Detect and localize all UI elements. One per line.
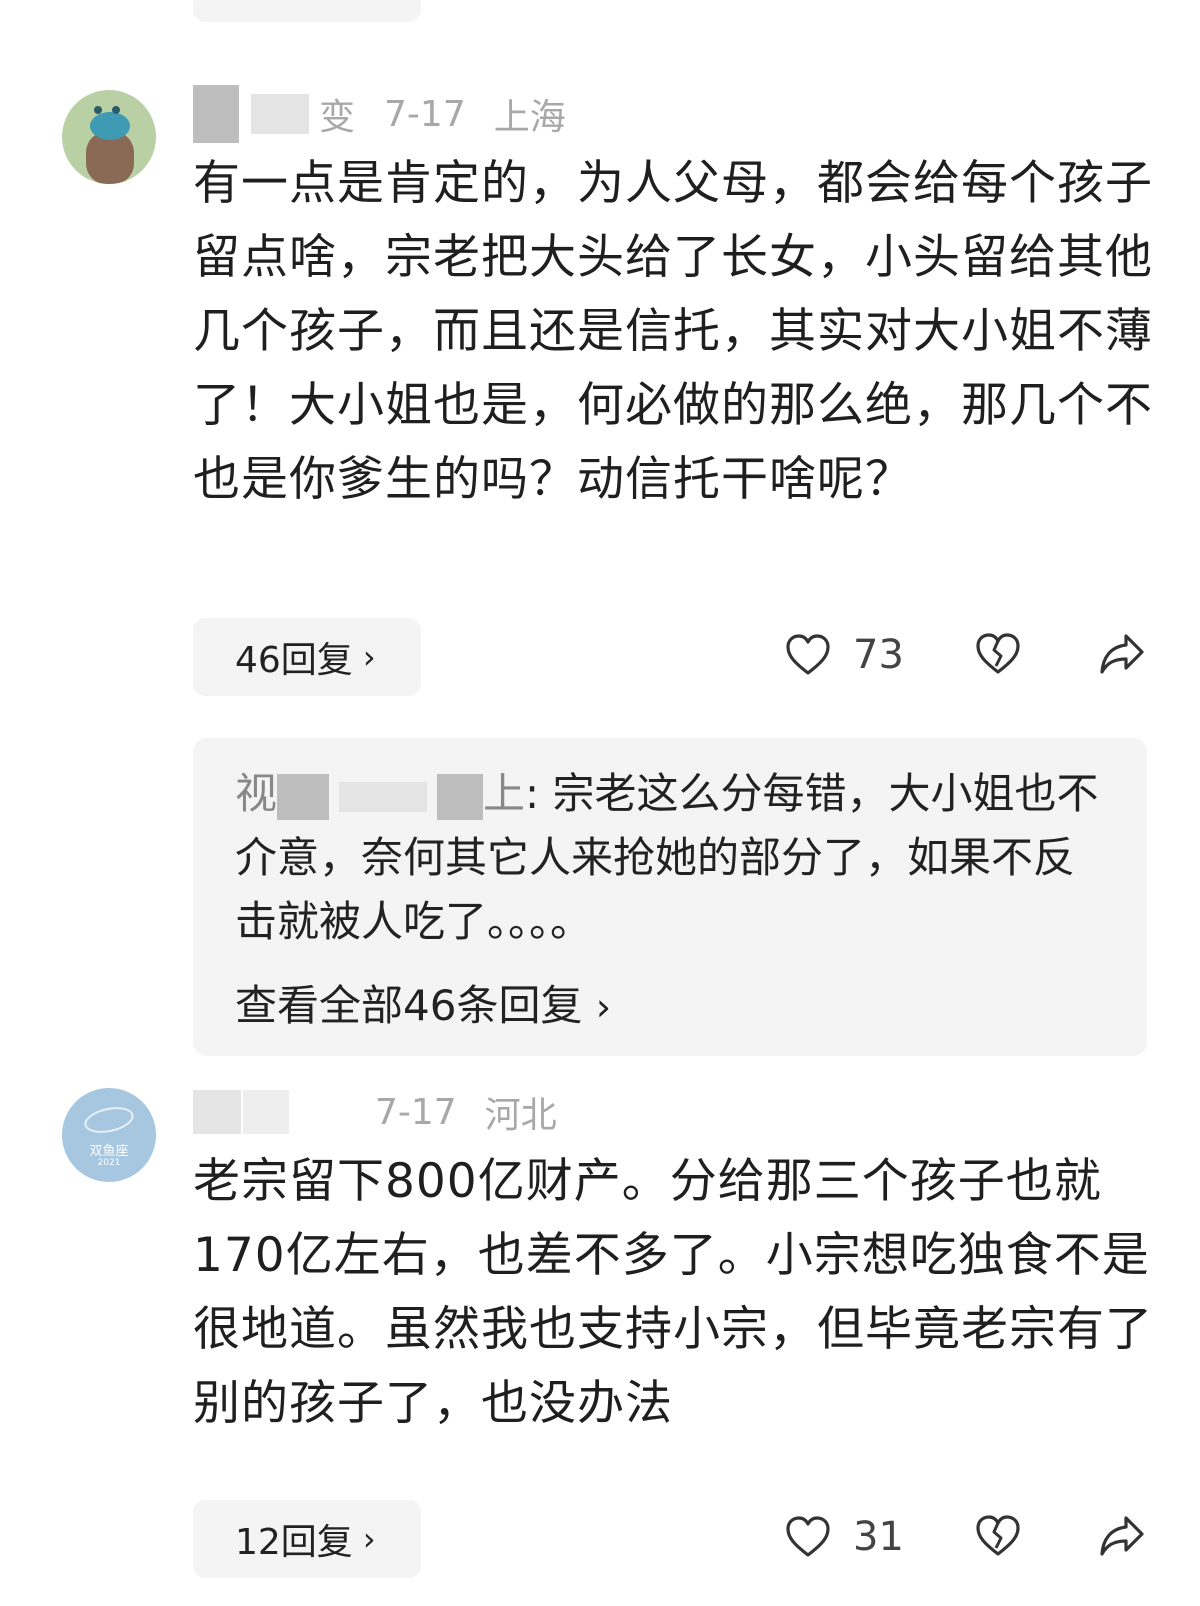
blurred-username — [251, 94, 309, 134]
blurred-username — [277, 773, 330, 820]
reply-username[interactable]: 视 — [235, 769, 277, 818]
chevron-right-icon: › — [362, 638, 376, 676]
like-button[interactable]: 31 — [785, 1514, 904, 1560]
comment-date: 7-17 — [384, 93, 466, 135]
share-button[interactable] — [1098, 632, 1146, 680]
view-all-replies-link[interactable]: 查看全部46条回复 › — [235, 972, 611, 1033]
reply-count-label: 46回复 — [235, 640, 353, 681]
user-avatar[interactable] — [62, 90, 156, 184]
blurred-username — [243, 1090, 289, 1134]
username-tail[interactable]: 变 — [319, 88, 356, 140]
like-button[interactable]: 73 — [785, 632, 904, 678]
user-avatar[interactable]: 双鱼座 2021 — [62, 1088, 156, 1182]
dislike-button[interactable] — [975, 632, 1021, 680]
dislike-button[interactable] — [975, 1514, 1021, 1562]
heart-outline-icon — [786, 634, 830, 675]
view-all-label: 查看全部46条回复 — [235, 981, 583, 1030]
comment-header: 变 7-17 上海 — [193, 84, 566, 144]
chevron-right-icon: › — [595, 985, 612, 1029]
reply-text-block: 视上: 宗老这么分每错，大小姐也不介意，奈何其它人来抢她的部分了，如果不反击就被… — [235, 762, 1115, 954]
share-button[interactable] — [1098, 1514, 1146, 1562]
comment-location: 上海 — [493, 97, 566, 138]
blurred-username[interactable] — [193, 85, 239, 143]
comment-location: 河北 — [484, 1095, 557, 1136]
comment-actions: 46回复 › 73 — [0, 618, 1200, 696]
broken-heart-icon — [976, 633, 1020, 674]
blurred-username[interactable] — [193, 1090, 241, 1134]
comment-header: 7-17 河北 — [193, 1082, 557, 1142]
blurred-username — [437, 773, 484, 820]
comment-text[interactable]: 老宗留下800亿财产。分给那三个孩子也就170亿左右，也差不多了。小宗想吃独食不… — [193, 1145, 1153, 1441]
like-count: 31 — [853, 1514, 904, 1560]
share-arrow-icon — [1100, 634, 1144, 674]
reply-count-button[interactable]: 12回复 › — [193, 1500, 421, 1578]
comment-actions: 12回复 › 31 — [0, 1500, 1200, 1578]
broken-heart-icon — [976, 1515, 1020, 1556]
like-count: 73 — [853, 632, 904, 678]
avatar-year: 2021 — [97, 1158, 121, 1168]
heart-outline-icon — [786, 1516, 830, 1557]
reply-count-button[interactable]: 46回复 › — [193, 618, 421, 696]
chevron-right-icon: › — [362, 1520, 376, 1558]
blurred-username — [339, 781, 428, 812]
share-arrow-icon — [1100, 1516, 1144, 1556]
comment-date: 7-17 — [375, 1091, 457, 1133]
avatar-label: 双鱼座 — [89, 1144, 129, 1159]
comment-text[interactable]: 有一点是肯定的，为人父母，都会给每个孩子留点啥，宗老把大头给了长女，小头留给其他… — [193, 147, 1153, 517]
previous-comment-reply-button[interactable] — [193, 0, 421, 22]
top-reply-preview[interactable]: 视上: 宗老这么分每错，大小姐也不介意，奈何其它人来抢她的部分了，如果不反击就被… — [193, 738, 1147, 1056]
reply-count-label: 12回复 — [235, 1522, 353, 1563]
reply-username-end: 上 — [483, 769, 526, 818]
